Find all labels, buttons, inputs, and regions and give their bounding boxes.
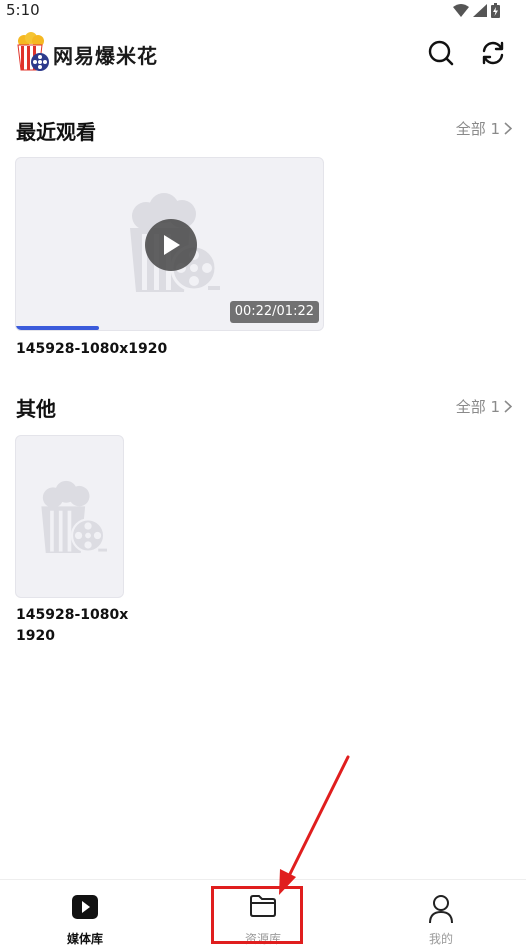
tab-media-library-label: 媒体库 — [66, 932, 103, 945]
others-view-all-link[interactable]: 全部 1 — [456, 396, 512, 417]
recent-video-card[interactable]: 00:22/01:22 — [15, 157, 324, 331]
video-duration: 00:22/01:22 — [229, 301, 319, 323]
search-button[interactable] — [426, 38, 456, 68]
other-video-card[interactable] — [15, 435, 124, 598]
popcorn-logo-icon — [17, 32, 49, 71]
refresh-button[interactable] — [478, 38, 508, 68]
others-section-title: 其他 — [16, 397, 56, 421]
other-video-name-line2: 1920 — [16, 628, 55, 644]
refresh-icon — [482, 41, 504, 65]
recent-section-title: 最近观看 — [16, 120, 96, 144]
play-button[interactable] — [145, 219, 197, 271]
tab-profile-label: 我的 — [428, 932, 453, 945]
app-header: 网易爆米花 — [0, 30, 526, 78]
chevron-right-icon — [504, 122, 512, 135]
tab-media-library[interactable]: 媒体库 — [25, 880, 145, 945]
tab-profile[interactable]: 我的 — [381, 880, 501, 945]
others-view-all-label: 全部 1 — [455, 398, 500, 416]
status-bar: 5:10 — [0, 0, 526, 22]
recent-video-name[interactable]: 145928-1080x1920 — [16, 339, 167, 360]
chevron-right-icon — [504, 400, 512, 413]
annotation-highlight-box — [211, 886, 303, 944]
watch-progress-bar — [16, 326, 99, 330]
status-time: 5:10 — [6, 1, 40, 19]
app-title: 网易爆米花 — [53, 44, 158, 68]
recent-view-all-label: 全部 1 — [455, 120, 500, 138]
person-icon — [429, 895, 453, 924]
wifi-icon — [453, 4, 469, 17]
status-icons — [453, 3, 500, 18]
signal-icon — [473, 4, 487, 17]
battery-icon — [491, 3, 500, 18]
recent-view-all-link[interactable]: 全部 1 — [456, 118, 512, 139]
play-square-icon — [72, 895, 98, 919]
search-icon — [428, 40, 454, 66]
other-video-name-line1: 145928-1080x — [16, 607, 129, 623]
other-video-name[interactable]: 145928-1080x 1920 — [16, 605, 128, 647]
popcorn-placeholder-icon — [41, 480, 107, 553]
play-icon — [164, 235, 180, 255]
